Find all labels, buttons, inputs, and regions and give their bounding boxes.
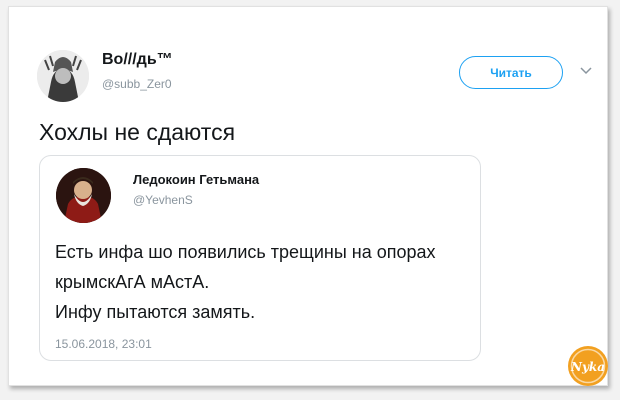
quoted-text-line: крымскАгА мАстА. <box>55 272 210 292</box>
author-handle[interactable]: @subb_Zer0 <box>102 77 172 91</box>
chevron-down-icon[interactable] <box>579 66 593 76</box>
quoted-text-line: Есть инфа шо появились трещины на опорах <box>55 242 436 262</box>
watermark-text: Nykа <box>570 360 605 374</box>
quoted-author-name[interactable]: Ледокоин Гетьмана <box>133 172 259 187</box>
quoted-text-line: Инфу пытаются замять. <box>55 302 256 322</box>
author-name[interactable]: Во///дь™ <box>102 51 173 69</box>
follow-button[interactable]: Читать <box>459 56 563 89</box>
screenshot-frame: Во///дь™ @subb_Zer0 Читать Хохлы не сдаю… <box>8 6 608 386</box>
author-avatar[interactable] <box>37 50 89 102</box>
quoted-timestamp[interactable]: 15.06.2018, 23:01 <box>55 337 152 351</box>
quoted-tweet[interactable]: Ледокоин Гетьмана @YevhenS Есть инфа шо … <box>39 155 481 361</box>
watermark-logo: Nykа <box>568 346 608 386</box>
quoted-author-avatar[interactable] <box>56 168 111 223</box>
tweet-text: Хохлы не сдаются <box>39 119 236 145</box>
quoted-author-handle[interactable]: @YevhenS <box>133 193 193 207</box>
